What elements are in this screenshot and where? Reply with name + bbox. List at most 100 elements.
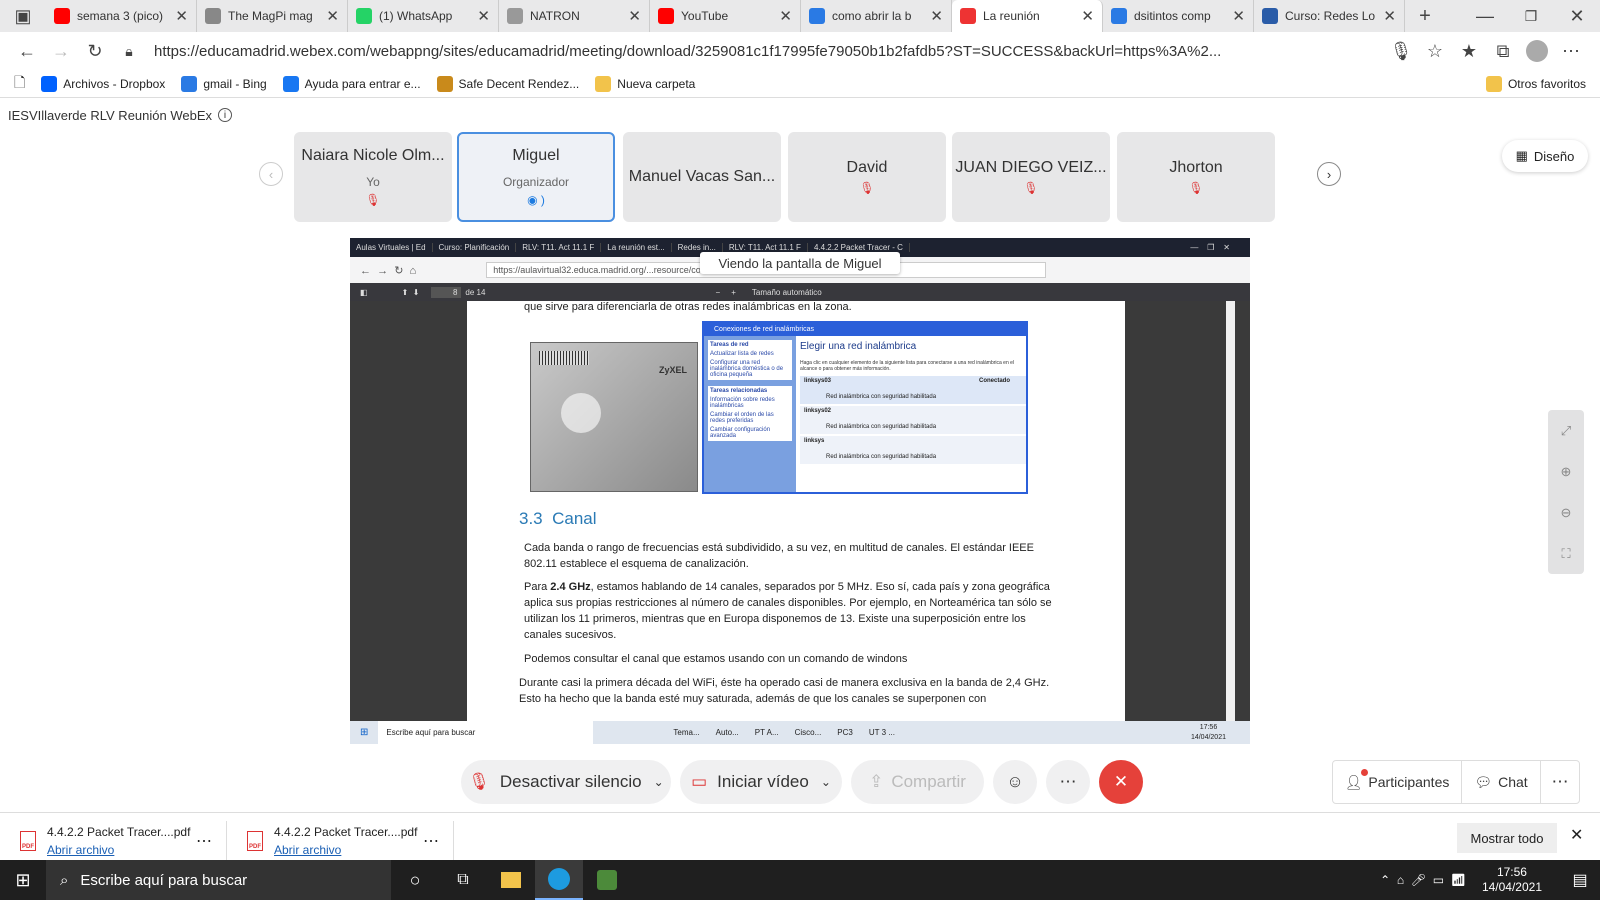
participant-tile[interactable]: Miguel Organizador ◉ ): [457, 132, 615, 222]
shared-tab: 4.4.2.2 Packet Tracer - C: [808, 243, 910, 252]
more-options-button[interactable]: ⋯: [1046, 760, 1090, 804]
microphone-icon[interactable]: 🎙︎: [1384, 36, 1418, 66]
cortana-icon[interactable]: ○: [391, 870, 439, 891]
tab-favicon-icon: [1262, 8, 1278, 24]
download-item[interactable]: PDF 4.4.2.2 Packet Tracer....pdf Abrir arc…: [0, 821, 227, 861]
close-window-icon[interactable]: ✕: [1554, 1, 1600, 31]
close-tab-icon[interactable]: ✕: [1232, 7, 1245, 25]
zoom-in-icon[interactable]: ⊕: [1548, 451, 1584, 492]
paragraph-1: Cada banda o rango de frecuencias está s…: [524, 542, 1034, 570]
show-all-button[interactable]: Mostrar todo: [1457, 823, 1557, 853]
close-tab-icon[interactable]: ✕: [628, 7, 641, 25]
shared-taskbar: ⊞ Escribe aquí para buscar Tema... Auto..…: [350, 721, 1250, 744]
maximize-icon[interactable]: ❐: [1508, 1, 1554, 31]
browser-tab-bar: ▣ semana 3 (pico) ✕ The MagPi mag ✕ (1) What…: [0, 0, 1600, 32]
collections-icon[interactable]: ⧉: [1486, 36, 1520, 66]
tab-favicon-icon: [205, 8, 221, 24]
browser-tab[interactable]: YouTube ✕: [650, 0, 801, 32]
participants-button[interactable]: 👤︎ Participantes: [1332, 760, 1462, 804]
forward-icon[interactable]: →: [44, 36, 78, 66]
refresh-icon[interactable]: ↻: [78, 36, 112, 66]
back-icon[interactable]: ←: [10, 36, 44, 66]
reactions-button[interactable]: ☺: [993, 760, 1037, 804]
shared-taskbar-app: Auto...: [715, 728, 739, 737]
minimize-icon[interactable]: —: [1462, 1, 1508, 31]
packet-tracer-icon[interactable]: [583, 870, 631, 890]
address-bar[interactable]: https://educamadrid.webex.com/webappng/s…: [154, 36, 1384, 66]
file-explorer-icon[interactable]: [487, 872, 535, 888]
tab-actions-icon[interactable]: ▣: [0, 1, 46, 31]
more-menu-icon[interactable]: ⋯: [1554, 36, 1588, 66]
zoom-out-icon[interactable]: ⊖: [1548, 492, 1584, 533]
notifications-icon[interactable]: ▤: [1560, 870, 1600, 890]
browser-tab[interactable]: La reunión ✕: [952, 0, 1103, 32]
layout-button[interactable]: ▦ Diseño: [1502, 140, 1588, 172]
leave-meeting-button[interactable]: ✕: [1099, 760, 1143, 804]
panel-more-button[interactable]: ⋯: [1540, 760, 1580, 804]
browser-tab[interactable]: The MagPi mag ✕: [197, 0, 348, 32]
participants-next-icon[interactable]: ›: [1317, 162, 1341, 186]
close-tab-icon[interactable]: ✕: [1081, 7, 1094, 25]
close-tab-icon[interactable]: ✕: [779, 7, 792, 25]
speaking-icon: ◉ ): [527, 193, 545, 207]
edge-icon[interactable]: [535, 860, 583, 900]
mute-button[interactable]: 🎙︎ Desactivar silencio ⌄: [461, 760, 671, 804]
favorite-link[interactable]: gmail - Bing: [181, 75, 267, 92]
favorite-link[interactable]: Ayuda para entrar e...: [282, 75, 421, 92]
chat-button[interactable]: 💬︎ Chat: [1461, 760, 1541, 804]
participant-tile[interactable]: David 🎙︎: [788, 132, 946, 222]
fit-icon[interactable]: ⛶: [1548, 533, 1584, 574]
lock-icon[interactable]: 🔒︎: [112, 36, 146, 66]
profile-avatar[interactable]: [1520, 36, 1554, 66]
info-icon[interactable]: i: [218, 108, 233, 122]
participant-name: Naiara Nicole Olm...: [301, 147, 445, 164]
close-tab-icon[interactable]: ✕: [175, 7, 188, 25]
browser-tab[interactable]: como abrir la b ✕: [801, 0, 952, 32]
download-more-icon[interactable]: ⋯: [423, 831, 439, 851]
browser-tab[interactable]: (1) WhatsApp ✕: [348, 0, 499, 32]
chevron-down-icon[interactable]: ⌄: [821, 775, 831, 789]
expand-icon[interactable]: ⤢: [1548, 410, 1584, 451]
share-button[interactable]: ⇪ Compartir: [851, 760, 984, 804]
participant-tile[interactable]: Manuel Vacas San...: [623, 132, 781, 222]
taskbar-search[interactable]: ⌕ Escribe aquí para buscar: [46, 860, 391, 900]
new-tab-button[interactable]: +: [1405, 1, 1445, 31]
close-tab-icon[interactable]: ✕: [326, 7, 339, 25]
close-tab-icon[interactable]: ✕: [930, 7, 943, 25]
start-icon[interactable]: ⊞: [0, 870, 46, 891]
shared-taskbar-app: PT A...: [754, 728, 779, 737]
browser-tab[interactable]: NATRON ✕: [499, 0, 650, 32]
add-favorite-icon[interactable]: ☆: [1418, 36, 1452, 66]
browser-tab[interactable]: semana 3 (pico) ✕: [46, 0, 197, 32]
other-favorites[interactable]: Otros favoritos: [1485, 75, 1586, 92]
tab-favicon-icon: [809, 8, 825, 24]
view-side-controls: ⤢ ⊕ ⊖ ⛶: [1548, 410, 1584, 574]
participant-tile[interactable]: Jhorton 🎙︎: [1117, 132, 1275, 222]
participants-prev-icon[interactable]: ‹: [259, 162, 283, 186]
download-filename: 4.4.2.2 Packet Tracer....pdf: [47, 825, 191, 839]
close-downloads-icon[interactable]: ✕: [1570, 825, 1583, 845]
favorite-link[interactable]: Safe Decent Rendez...: [436, 75, 579, 92]
close-tab-icon[interactable]: ✕: [1383, 7, 1396, 25]
participant-tile[interactable]: Naiara Nicole Olm... Yo 🎙︎: [294, 132, 452, 222]
participant-tile[interactable]: JUAN DIEGO VEIZ... 🎙︎: [952, 132, 1110, 222]
favorites-icon[interactable]: ★: [1452, 36, 1486, 66]
participant-name: David: [846, 159, 888, 176]
browser-tab[interactable]: dsitintos comp ✕: [1103, 0, 1254, 32]
download-item[interactable]: PDF 4.4.2.2 Packet Tracer....pdf Abrir arc…: [227, 821, 454, 861]
pdf-top-line: que sirve para diferenciarla de otras re…: [524, 301, 852, 313]
close-tab-icon[interactable]: ✕: [477, 7, 490, 25]
favorite-link[interactable]: Nueva carpeta: [595, 75, 695, 92]
task-view-icon[interactable]: ⧉: [439, 871, 487, 889]
open-file-link[interactable]: Abrir archivo: [47, 841, 190, 859]
pdf-page: que sirve para diferenciarla de otras re…: [467, 301, 1125, 721]
system-tray-icons[interactable]: ⌃ ⌂ 🎤︎ ▭ 📶︎: [1380, 873, 1466, 887]
favorite-link[interactable]: Archivos - Dropbox: [41, 75, 165, 92]
browser-tab[interactable]: Curso: Redes Lo ✕: [1254, 0, 1405, 32]
open-file-link[interactable]: Abrir archivo: [274, 841, 417, 859]
chevron-down-icon[interactable]: ⌄: [654, 775, 664, 789]
video-button[interactable]: ▭ Iniciar vídeo ⌄: [680, 760, 842, 804]
shared-tab: RLV: T11. Act 11.1 F: [723, 243, 808, 252]
download-more-icon[interactable]: ⋯: [196, 831, 212, 851]
shared-pdf-toolbar: ◧ ⬆ ⬇ 8 de 14 − + Tamaño automático: [350, 283, 1250, 301]
